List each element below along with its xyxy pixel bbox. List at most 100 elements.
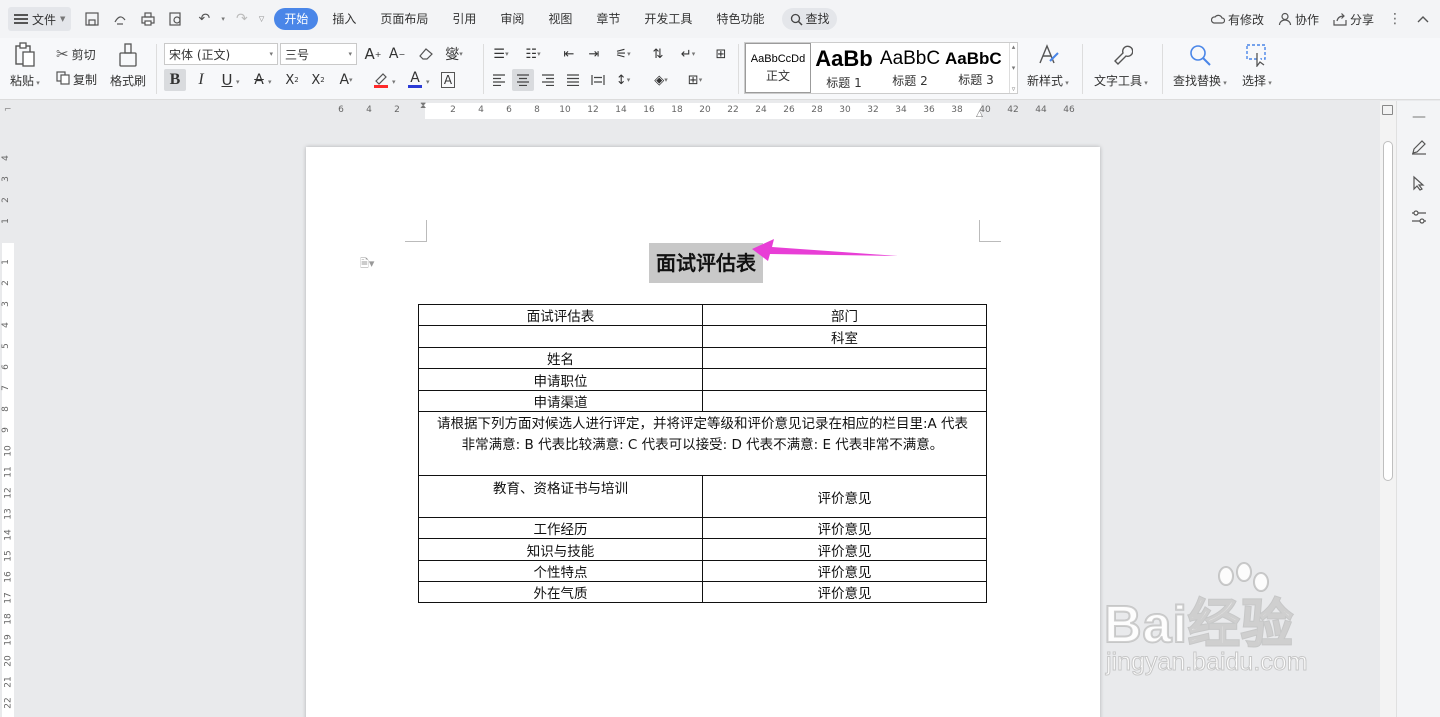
save-icon[interactable] (81, 8, 103, 30)
superscript-icon[interactable]: X2 (281, 69, 303, 91)
pen-icon[interactable] (1409, 137, 1429, 157)
table-cell[interactable]: 评价意见 (702, 517, 987, 539)
more-options-icon[interactable]: ⋮ (1388, 11, 1402, 27)
undo-dropdown-icon[interactable]: ▾ (221, 15, 225, 23)
strikethrough-dropdown-icon[interactable]: ▾ (268, 78, 272, 86)
table-cell[interactable] (702, 390, 987, 412)
style-heading-3[interactable]: AaBbC 标题 3 (943, 43, 1009, 93)
export-pdf-icon[interactable] (109, 8, 131, 30)
tab-review[interactable]: 审阅 (490, 8, 534, 30)
horizontal-ruler[interactable]: ⌐ 6 4 2 2 4 6 8 10 12 14 16 18 20 22 24 … (0, 101, 1380, 123)
redo-icon[interactable]: ↷ (231, 8, 253, 30)
style-heading-2[interactable]: AaBbC 标题 2 (877, 43, 943, 93)
table-cell[interactable]: 评价意见 (702, 560, 987, 582)
style-normal[interactable]: AaBbCcDd 正文 (745, 43, 811, 93)
table-cell[interactable]: 知识与技能 (418, 538, 703, 561)
strikethrough-icon[interactable]: A (248, 69, 270, 91)
table-cell[interactable] (702, 347, 987, 369)
shading-icon[interactable]: ◈ ▾ (650, 69, 672, 91)
table-tools-icon[interactable]: ⊞ (710, 43, 732, 65)
decrease-indent-icon[interactable]: ⇤ (558, 43, 580, 65)
font-color-icon[interactable]: A (404, 68, 426, 90)
table-cell[interactable]: 评价意见 (702, 581, 987, 603)
align-center-icon[interactable] (512, 69, 534, 91)
select-button[interactable]: 选择 ▾ (1242, 42, 1272, 89)
new-style-button[interactable]: 新样式 ▾ (1027, 42, 1069, 89)
show-marks-icon[interactable]: ↵ ▾ (677, 43, 699, 65)
shrink-font-icon[interactable]: A − (386, 43, 408, 65)
scroll-up-icon[interactable]: ▴ (1012, 43, 1016, 51)
font-size-select[interactable]: 三号 ▾ (280, 43, 357, 65)
underline-icon[interactable]: U (216, 69, 238, 91)
tab-page-layout[interactable]: 页面布局 (370, 8, 438, 30)
scroll-down-icon[interactable]: ▾ (1012, 64, 1016, 72)
vertical-ruler[interactable]: 4 3 2 1 1 2 3 4 5 6 7 8 9 10 11 12 13 14… (0, 123, 15, 717)
scroll-thumb[interactable] (1383, 141, 1393, 481)
table-cell[interactable]: 科室 (702, 325, 987, 348)
modify-status-button[interactable]: 有修改 (1210, 11, 1264, 28)
styles-scroll[interactable]: ▴ ▾ ▿ (1009, 43, 1017, 93)
borders-icon[interactable]: ⊞ ▾ (684, 69, 706, 91)
chinese-layout-icon[interactable]: ⚟ ▾ (612, 43, 634, 65)
font-color-dropdown-icon[interactable]: ▾ (426, 78, 430, 86)
table-cell[interactable]: 教育、资格证书与培训 (418, 475, 703, 518)
first-line-indent-marker[interactable]: ⧗ (420, 101, 426, 111)
bullet-list-icon[interactable]: ☰ ▾ (490, 43, 512, 65)
tab-home[interactable]: 开始 (274, 8, 319, 30)
file-menu-button[interactable]: 文件 ▼ (8, 7, 72, 31)
find-replace-button[interactable]: 查找替换 ▾ (1173, 42, 1227, 89)
phonetic-guide-icon[interactable]: 燮 ▾ (443, 43, 465, 65)
distribute-icon[interactable] (587, 69, 609, 91)
align-right-icon[interactable] (537, 69, 559, 91)
highlight-color-icon[interactable] (370, 69, 392, 91)
undo-icon[interactable]: ↶ (193, 8, 215, 30)
collapse-ribbon-icon[interactable] (1416, 12, 1430, 26)
table-cell[interactable]: 评价意见 (702, 538, 987, 561)
clear-format-icon[interactable] (415, 43, 437, 65)
table-cell[interactable] (702, 368, 987, 391)
sliders-icon[interactable] (1409, 207, 1429, 227)
copy-button[interactable]: 复制 (56, 71, 97, 88)
table-cell[interactable]: 申请渠道 (418, 390, 703, 412)
paste-button[interactable]: 粘贴 ▾ (10, 42, 40, 89)
character-border-icon[interactable]: A (437, 69, 459, 91)
tab-view[interactable]: 视图 (538, 8, 582, 30)
table-cell[interactable]: 申请职位 (418, 368, 703, 391)
expand-icon[interactable]: ▿ (1012, 85, 1016, 93)
table-cell[interactable]: 个性特点 (418, 560, 703, 582)
paragraph-handle-icon[interactable]: 🗎▾ (360, 255, 374, 274)
grow-font-icon[interactable]: A + (362, 43, 384, 65)
table-cell[interactable]: 面试评估表 (418, 304, 703, 326)
format-painter-button[interactable]: 格式刷 (110, 42, 146, 89)
table-cell[interactable]: 工作经历 (418, 517, 703, 539)
tab-developer[interactable]: 开发工具 (634, 8, 702, 30)
search-button[interactable]: 查找 (782, 8, 838, 30)
underline-dropdown-icon[interactable]: ▾ (236, 78, 240, 86)
document-page[interactable]: 🗎▾ 面试评估表 面试评估表 部门 科室 姓名 申请职位 申请渠道 请根据下列方… (306, 147, 1100, 717)
cursor-icon[interactable] (1409, 173, 1429, 193)
collaborate-button[interactable]: 协作 (1278, 11, 1319, 28)
bold-icon[interactable]: B (164, 69, 186, 91)
align-left-icon[interactable] (488, 69, 510, 91)
numbered-list-icon[interactable]: ☷ ▾ (522, 43, 544, 65)
text-effect-icon[interactable]: A ▾ (335, 69, 357, 91)
share-button[interactable]: 分享 (1333, 11, 1374, 28)
vertical-scrollbar[interactable] (1380, 101, 1396, 717)
table-cell[interactable]: 评价意见 (702, 475, 987, 518)
tab-chapter[interactable]: 章节 (586, 8, 630, 30)
tab-insert[interactable]: 插入 (322, 8, 366, 30)
text-tools-button[interactable]: 文字工具 ▾ (1094, 42, 1148, 89)
tab-stop-selector-icon[interactable]: ⌐ (4, 105, 12, 115)
justify-icon[interactable] (562, 69, 584, 91)
collapse-panel-icon[interactable]: — (1409, 107, 1429, 127)
line-spacing-icon[interactable]: ↕ ▾ (612, 69, 634, 91)
highlight-dropdown-icon[interactable]: ▾ (392, 78, 396, 86)
instructions-cell[interactable]: 请根据下列方面对候选人进行评定，并将评定等级和评价意见记录在相应的栏目里:A 代… (418, 411, 987, 476)
customize-toolbar-icon[interactable]: ▽ (259, 15, 264, 23)
print-preview-icon[interactable] (165, 8, 187, 30)
font-name-select[interactable]: 宋体 (正文) ▾ (164, 43, 278, 65)
split-view-icon[interactable] (1382, 105, 1393, 115)
right-indent-marker[interactable]: △ (976, 109, 983, 119)
tab-special-features[interactable]: 特色功能 (706, 8, 774, 30)
table-cell[interactable] (418, 325, 703, 348)
